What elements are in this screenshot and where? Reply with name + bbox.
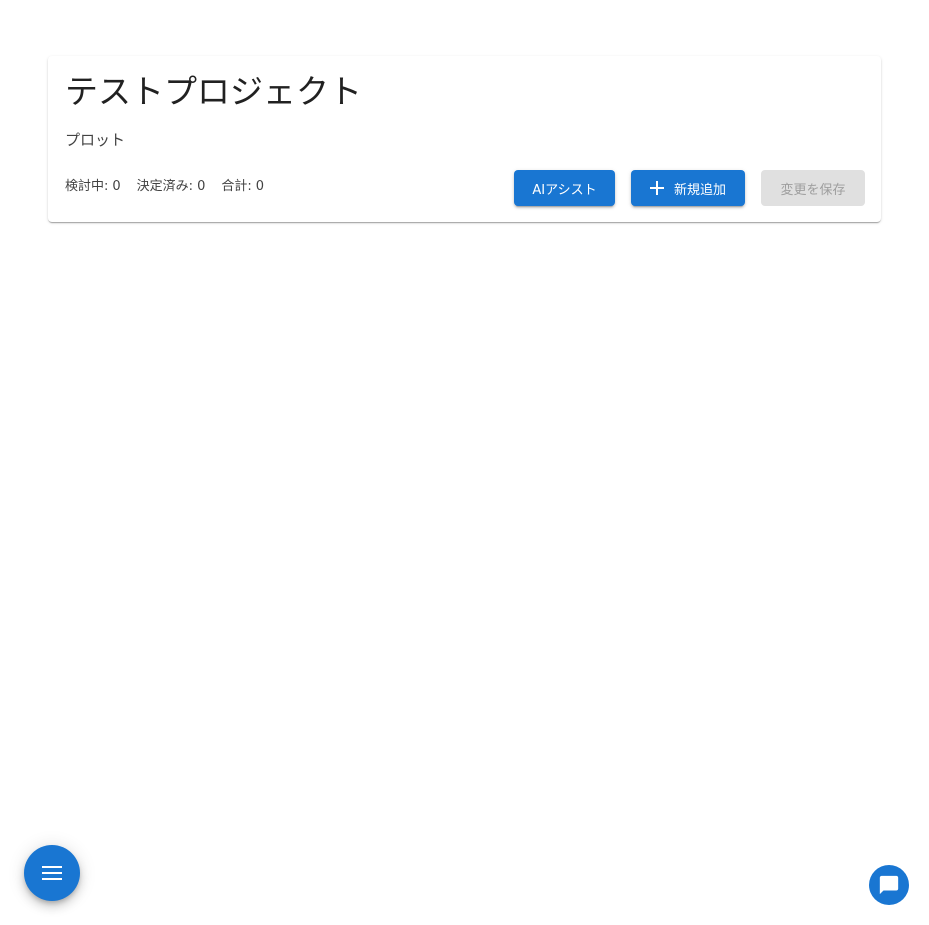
save-changes-label: 変更を保存 — [780, 182, 846, 198]
plus-icon — [649, 181, 664, 195]
menu-fab-button[interactable] — [24, 845, 80, 901]
stat-total: 合計: 0 — [221, 177, 264, 197]
save-changes-button[interactable]: 変更を保存 — [761, 170, 865, 206]
ai-assist-button[interactable]: AIアシスト — [514, 170, 615, 206]
stat-value: 0 — [112, 179, 121, 194]
menu-icon — [42, 866, 62, 880]
stat-value: 0 — [197, 179, 206, 194]
project-header-card: テストプロジェクト プロット 検討中: 0 決定済み: 0 合計: 0 AIアシスト … — [48, 56, 881, 222]
add-new-label: 新規追加 — [673, 182, 726, 198]
ai-assist-label: AIアシスト — [532, 182, 597, 198]
stats-row: 検討中: 0 決定済み: 0 合計: 0 — [65, 177, 264, 197]
stat-label: 決定済み: — [136, 179, 194, 194]
chat-button[interactable] — [869, 865, 909, 905]
section-subtitle: プロット — [65, 131, 126, 149]
add-new-button[interactable]: 新規追加 — [631, 170, 745, 206]
chat-icon — [879, 875, 899, 895]
stat-label: 検討中: — [65, 179, 109, 194]
stat-under-review: 検討中: 0 — [65, 177, 121, 197]
page-title: テストプロジェクト — [65, 72, 362, 111]
stat-label: 合計: — [221, 179, 252, 194]
stat-value: 0 — [255, 179, 265, 194]
stat-decided: 決定済み: 0 — [137, 177, 206, 197]
